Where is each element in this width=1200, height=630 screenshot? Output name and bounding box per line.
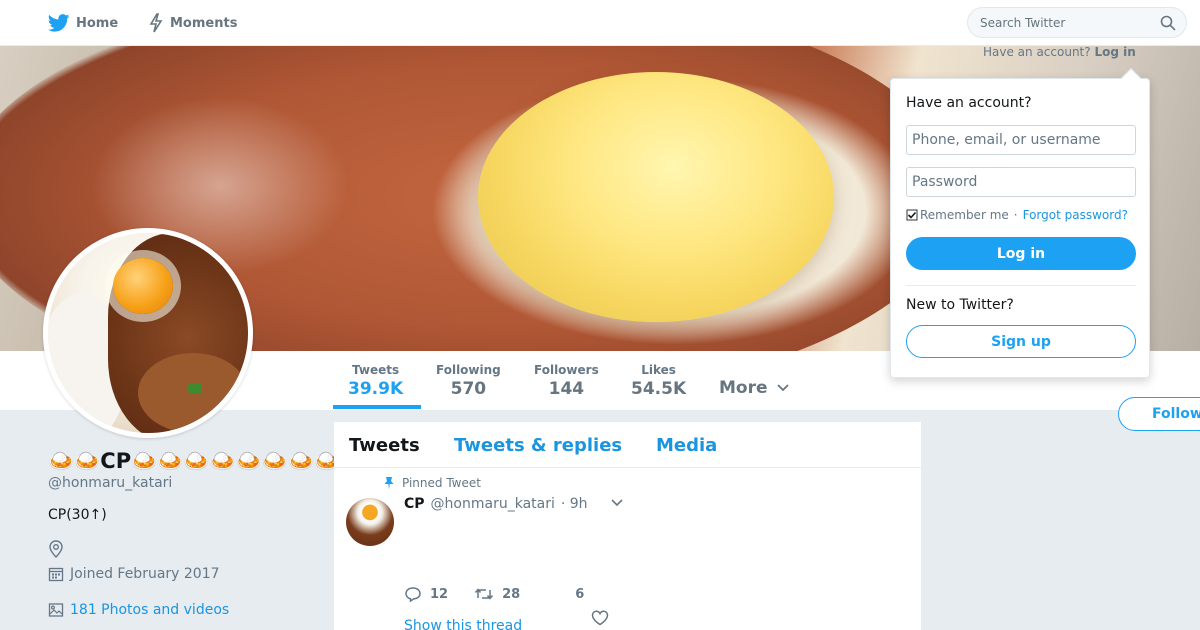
password-field[interactable]: [906, 167, 1136, 197]
signup-button[interactable]: Sign up: [906, 325, 1136, 358]
stat-label: Followers: [534, 363, 599, 377]
profile-joined-text: Joined February 2017: [70, 566, 220, 582]
like-button[interactable]: 6: [575, 587, 584, 602]
pin-icon: [384, 477, 394, 490]
profile-joined: Joined February 2017: [48, 566, 220, 582]
profile-bio: CP(30↑): [48, 507, 107, 523]
login-dropdown: Have an account? Remember me · Forgot pa…: [890, 68, 1150, 378]
stat-followers[interactable]: Followers 144: [534, 363, 599, 399]
like-count: 6: [575, 586, 585, 602]
active-stat-indicator: [333, 405, 421, 409]
stat-value: 54.5K: [631, 379, 687, 399]
tweet-timestamp[interactable]: · 9h: [561, 496, 588, 512]
account-prompt-text: Have an account?: [983, 45, 1091, 59]
search-icon[interactable]: [1160, 15, 1176, 31]
stat-likes[interactable]: Likes 54.5K: [631, 363, 686, 399]
tab-tweets[interactable]: Tweets: [349, 435, 420, 456]
calendar-icon: [48, 567, 64, 582]
tweet-author-handle[interactable]: @honmaru_katari: [431, 496, 555, 512]
reply-icon: [405, 587, 421, 602]
tweet-menu-chevron-icon[interactable]: [610, 498, 624, 508]
login-button[interactable]: Log in: [906, 237, 1136, 270]
stat-label: Likes: [641, 363, 676, 377]
photo-icon: [48, 603, 64, 617]
remember-separator: ·: [1013, 208, 1018, 222]
stat-label: Tweets: [352, 363, 400, 377]
profile-handle[interactable]: @honmaru_katari: [48, 475, 172, 491]
stat-following[interactable]: Following 570: [436, 363, 501, 399]
login-dropdown-title: Have an account?: [906, 95, 1032, 111]
tweet-author-avatar[interactable]: [346, 498, 394, 546]
new-to-twitter-label: New to Twitter?: [906, 297, 1014, 313]
remember-row: Remember me · Forgot password?: [906, 208, 1128, 222]
profile-avatar[interactable]: [43, 228, 253, 438]
stat-tweets[interactable]: Tweets 39.9K: [348, 363, 403, 399]
profile-photos-text: 181 Photos and videos: [70, 602, 230, 618]
retweet-count: 28: [502, 586, 521, 602]
search-input[interactable]: [980, 15, 1160, 30]
nav-moments-label: Moments: [170, 15, 238, 31]
pinned-tweet-label: Pinned Tweet: [384, 476, 481, 490]
profile-photos-link[interactable]: 181 Photos and videos: [48, 602, 229, 618]
tweet-author-name[interactable]: CP: [404, 496, 425, 512]
nav-home[interactable]: Home: [48, 0, 118, 46]
reply-count: 12: [430, 586, 449, 602]
tweet-header: CP @honmaru_katari · 9h: [404, 496, 588, 512]
tab-tweets-replies[interactable]: Tweets & replies: [454, 435, 622, 456]
heart-icon[interactable]: [591, 610, 609, 626]
reply-button[interactable]: 12: [404, 586, 448, 602]
search-box: [967, 7, 1187, 38]
timeline-tabs: Tweets Tweets & replies Media: [334, 422, 921, 468]
login-link[interactable]: Log in: [1094, 45, 1135, 59]
retweet-icon: [475, 588, 494, 600]
username-field[interactable]: [906, 125, 1136, 155]
retweet-button[interactable]: 28: [474, 586, 520, 602]
profile-location: [48, 540, 64, 558]
stat-value: 39.9K: [348, 379, 404, 399]
forgot-password-link[interactable]: Forgot password?: [1023, 208, 1128, 222]
stat-label: Following: [436, 363, 501, 377]
location-pin-icon: [49, 540, 63, 558]
stat-value: 144: [548, 379, 585, 399]
pinned-tweet-text: Pinned Tweet: [402, 476, 481, 490]
show-thread-link[interactable]: Show this thread: [404, 618, 522, 630]
more-label: More: [719, 378, 768, 398]
follow-button[interactable]: Follow: [1118, 397, 1200, 431]
login-divider: [906, 285, 1136, 286]
timeline: Tweets Tweets & replies Media Pinned Twe…: [334, 422, 921, 630]
more-menu-button[interactable]: More: [719, 378, 790, 398]
remember-me-label: Remember me: [920, 208, 1009, 222]
tab-media[interactable]: Media: [656, 435, 717, 456]
stat-value: 570: [450, 379, 487, 399]
tweet-actions: 12 28 6: [404, 586, 584, 602]
checkbox-checked-icon[interactable]: [906, 209, 918, 221]
top-nav-bar: Home Moments: [0, 0, 1200, 46]
chevron-down-icon: [776, 384, 789, 392]
lightning-icon: [149, 13, 163, 33]
nav-home-label: Home: [76, 15, 119, 31]
twitter-bird-icon: [48, 14, 70, 32]
account-prompt: Have an account? Log in: [983, 45, 1136, 59]
nav-moments[interactable]: Moments: [148, 0, 237, 46]
